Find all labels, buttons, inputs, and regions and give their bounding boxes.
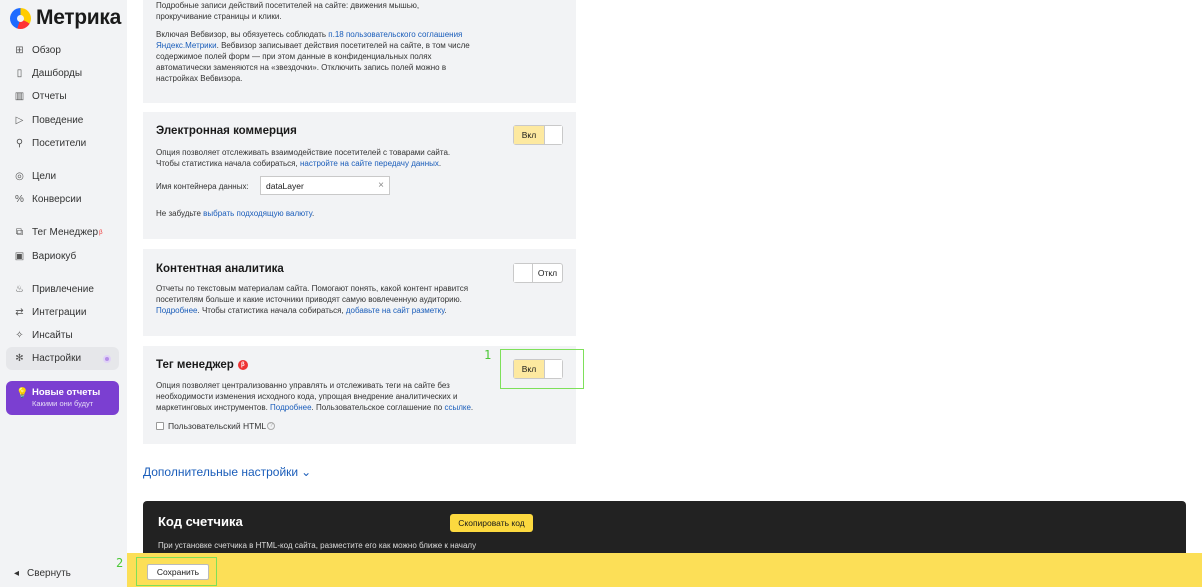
ecommerce-description: Опция позволяет отслеживать взаимодейств… bbox=[156, 148, 451, 168]
sidebar-item-tag-manager[interactable]: ⧉ Тег Менеджер β bbox=[6, 221, 119, 244]
sidebar-item-label: Отчеты bbox=[32, 91, 67, 103]
logo[interactable]: Метрика bbox=[10, 6, 121, 30]
tag-icon: ⧉ bbox=[15, 227, 24, 239]
sidebar-item-label: Тег Менеджер bbox=[32, 227, 99, 239]
sidebar-item-behavior[interactable]: ▷ Поведение bbox=[6, 109, 119, 132]
sidebar-item-goals[interactable]: ◎ Цели bbox=[6, 165, 119, 188]
content-analytics-card: Контентная аналитика Откл Отчеты по текс… bbox=[143, 249, 576, 336]
play-icon: ▷ bbox=[15, 114, 24, 126]
link-icon: ⇄ bbox=[15, 306, 24, 318]
save-bar bbox=[127, 553, 1202, 587]
sidebar-item-dashboards[interactable]: ▯ Дашборды bbox=[6, 62, 119, 85]
annotation-number-1: 1 bbox=[484, 348, 492, 362]
terms-link[interactable]: п.18 пользовательского соглашения bbox=[328, 30, 462, 39]
checkbox-box[interactable] bbox=[156, 422, 164, 430]
brand-name: Метрика bbox=[36, 6, 122, 29]
sidebar-item-label: Интеграции bbox=[32, 306, 87, 318]
bulb-icon: ✧ bbox=[15, 330, 24, 342]
content-analytics-toggle[interactable]: Откл bbox=[513, 263, 563, 283]
ecommerce-card: Электронная коммерция Вкл Опция позволяе… bbox=[143, 112, 576, 239]
notification-dot bbox=[103, 354, 111, 363]
sidebar-item-label: Конверсии bbox=[32, 194, 82, 206]
main-content: Подробные записи действий посетителей на… bbox=[127, 0, 1202, 587]
webvisor-card: Подробные записи действий посетителей на… bbox=[143, 0, 576, 103]
agreement-link[interactable]: ссылке bbox=[444, 403, 470, 412]
cube-icon: ▣ bbox=[14, 250, 25, 262]
code-title: Код счетчика bbox=[158, 514, 243, 529]
terms-link-metrika[interactable]: Яндекс.Метрики bbox=[156, 41, 217, 50]
grid-icon: ⊞ bbox=[15, 45, 24, 57]
new-reports-promo[interactable]: 💡 Новые отчеты Какими они будут bbox=[6, 381, 119, 415]
sidebar-nav: ⊞ Обзор ▯ Дашборды ▥ Отчеты ▷ Поведение ⚲ Пос… bbox=[6, 39, 119, 371]
beta-badge: β bbox=[237, 359, 248, 370]
more-link[interactable]: Подробнее bbox=[270, 403, 312, 412]
bar-chart-icon: ▥ bbox=[14, 91, 25, 103]
content-analytics-title: Контентная аналитика bbox=[156, 263, 284, 275]
target-icon: ◎ bbox=[15, 171, 24, 183]
chevron-left-icon: ◂ bbox=[14, 568, 20, 579]
promo-title: Новые отчеты bbox=[32, 387, 101, 398]
annotation-box-2 bbox=[136, 557, 217, 586]
sidebar-item-label: Обзор bbox=[32, 45, 61, 57]
dashboard-icon: ▯ bbox=[16, 68, 23, 80]
sidebar-item-overview[interactable]: ⊞ Обзор bbox=[6, 39, 119, 62]
annotation-number-2: 2 bbox=[116, 556, 124, 570]
container-name-input[interactable]: dataLayer × bbox=[260, 176, 390, 195]
chevron-down-icon: ⌄ bbox=[301, 465, 312, 479]
beta-badge: β bbox=[99, 229, 103, 236]
sidebar-item-settings[interactable]: ✻ Настройки bbox=[6, 347, 119, 371]
sidebar-item-label: Настройки bbox=[32, 353, 82, 365]
sidebar-item-label: Посетители bbox=[32, 137, 87, 149]
collapse-label: Свернуть bbox=[27, 568, 71, 579]
sidebar: Метрика ⊞ Обзор ▯ Дашборды ▥ Отчеты ▷ Поведе… bbox=[0, 0, 127, 587]
bulb-icon: 💡 bbox=[16, 388, 29, 399]
sidebar-item-label: Дашборды bbox=[32, 68, 82, 80]
sidebar-item-label: Привлечение bbox=[32, 283, 94, 295]
data-transfer-link[interactable]: настройте на сайте передачу данных bbox=[300, 159, 439, 168]
sidebar-item-acquisition[interactable]: ♨ Привлечение bbox=[6, 278, 119, 301]
custom-html-checkbox[interactable]: Пользовательский HTML? bbox=[156, 421, 276, 431]
copy-code-button[interactable]: Скопировать код bbox=[450, 514, 533, 532]
promo-subtitle: Какими они будут bbox=[32, 399, 94, 408]
sidebar-item-label: Поведение bbox=[32, 114, 84, 126]
percent-icon: % bbox=[15, 194, 24, 206]
sidebar-item-label: Инсайты bbox=[32, 330, 73, 342]
clear-icon[interactable]: × bbox=[378, 180, 384, 191]
currency-link[interactable]: выбрать подходящую валюту bbox=[203, 209, 312, 218]
tag-manager-description: Опция позволяет централизованно управлят… bbox=[156, 381, 474, 412]
metrika-logo-icon bbox=[10, 7, 31, 29]
more-link[interactable]: Подробнее bbox=[156, 306, 198, 315]
flame-icon: ♨ bbox=[15, 283, 24, 295]
toggle-on-label: Вкл bbox=[514, 126, 545, 144]
content-analytics-description: Отчеты по текстовым материалам сайта. По… bbox=[156, 284, 469, 315]
annotation-box-1 bbox=[500, 349, 584, 389]
sidebar-item-label: Вариокуб bbox=[32, 250, 77, 262]
markup-link[interactable]: добавьте на сайт разметку bbox=[346, 306, 445, 315]
webvisor-terms: Включая Вебвизор, вы обязуетесь соблюдат… bbox=[156, 30, 470, 83]
sidebar-item-integrations[interactable]: ⇄ Интеграции bbox=[6, 301, 119, 324]
collapse-sidebar-button[interactable]: ◂ Свернуть bbox=[14, 568, 71, 579]
toggle-off-label: Откл bbox=[537, 268, 558, 278]
help-icon[interactable]: ? bbox=[267, 422, 276, 430]
sidebar-item-insights[interactable]: ✧ Инсайты bbox=[6, 324, 119, 347]
tag-manager-title: Тег менеджер β bbox=[156, 359, 248, 371]
ecommerce-toggle[interactable]: Вкл bbox=[513, 125, 563, 145]
sidebar-item-label: Цели bbox=[32, 171, 57, 183]
more-settings-link[interactable]: Дополнительные настройки ⌄ bbox=[143, 465, 311, 479]
gear-icon: ✻ bbox=[15, 353, 24, 365]
currency-note: Не забудьте выбрать подходящую валюту. bbox=[156, 209, 315, 218]
sidebar-item-variocube[interactable]: ▣ Вариокуб bbox=[6, 245, 119, 268]
webvisor-description: Подробные записи действий посетителей на… bbox=[156, 1, 420, 21]
sidebar-item-visitors[interactable]: ⚲ Посетители bbox=[6, 132, 119, 155]
sidebar-item-conversions[interactable]: % Конверсии bbox=[6, 188, 119, 211]
person-icon: ⚲ bbox=[15, 137, 24, 149]
ecommerce-title: Электронная коммерция bbox=[156, 125, 297, 137]
code-instructions: При установке счетчика в HTML-код сайта,… bbox=[158, 541, 477, 550]
sidebar-item-reports[interactable]: ▥ Отчеты bbox=[6, 85, 119, 108]
